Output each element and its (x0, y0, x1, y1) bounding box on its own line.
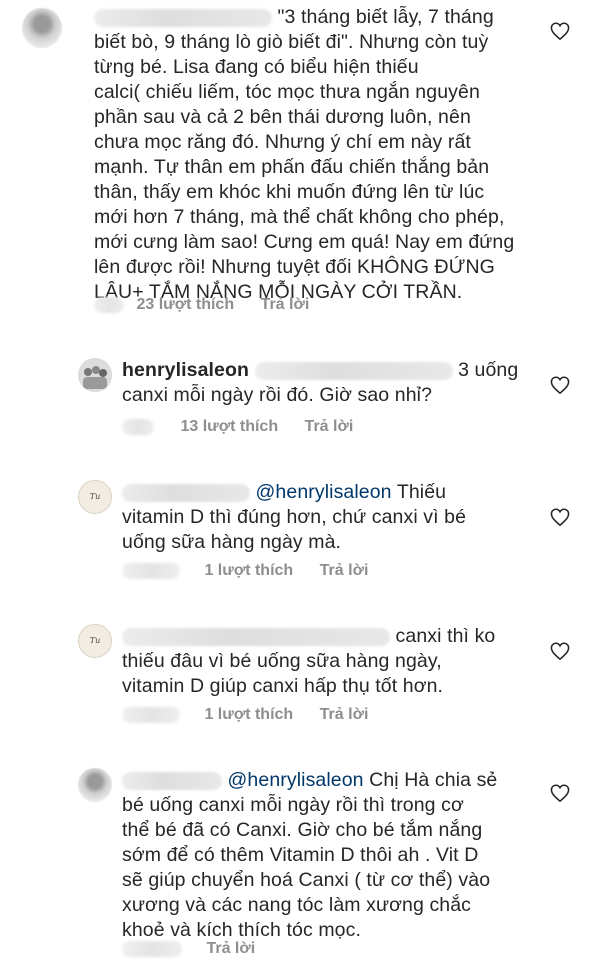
comment-line: bé uống canxi mỗi ngày rồi thì trong cơ (122, 794, 464, 816)
comment-line: mới hơn 7 tháng, mà thể chất không cho p… (94, 206, 505, 228)
time-redacted (122, 940, 182, 957)
comment-text: @henrylisaleon Chị Hà chia sẻ bé uống ca… (122, 768, 497, 943)
comment-line: chưa mọc răng đó. Nhưng ý chí em này rất (94, 131, 471, 153)
comment-meta: Trả lời (122, 940, 255, 958)
time-redacted (122, 562, 180, 579)
username-redacted[interactable] (122, 627, 390, 646)
reply-button[interactable]: Trả lời (305, 418, 354, 435)
comment-line: sẽ giúp chuyển hoá Canxi ( từ cơ thể) và… (122, 869, 491, 891)
comment-line: mới cưng làm sao! Cưng em quá! Nay em đứ… (94, 231, 515, 253)
comment-line: thiếu đâu vì bé uống sữa hàng ngày, (122, 650, 442, 672)
comment-line: canxi thì ko (395, 625, 496, 647)
comment-text: @henrylisaleon Thiếu vitamin D thì đúng … (122, 480, 466, 555)
logo-text: Tu Anng (89, 636, 101, 645)
comment-line: mạnh. Tự thân em phấn đấu chiến thắng bả… (94, 156, 490, 178)
comment-line: Chị Hà chia sẻ (369, 769, 498, 791)
like-count[interactable]: 1 lượt thích (204, 706, 293, 723)
avatar[interactable]: Tu Anng (78, 480, 112, 514)
logo-text: Tu Anng (89, 492, 101, 501)
reply-button[interactable]: Trả lời (261, 296, 310, 313)
username-redacted[interactable] (94, 8, 272, 27)
comment-line: thể bé đã có Canxi. Giờ cho bé tắm nắng (122, 819, 483, 841)
time-redacted (94, 296, 124, 313)
heart-outline-icon[interactable] (550, 376, 570, 394)
reply-button[interactable]: Trả lời (206, 940, 255, 957)
comment-meta: 1 lượt thích Trả lời (122, 706, 368, 724)
reply-button[interactable]: Trả lời (320, 562, 369, 579)
heart-outline-icon[interactable] (550, 784, 570, 802)
comment-line: Thiếu (396, 481, 447, 503)
comment-line: sớm để có thêm Vitamin D thôi ah . Vit D (122, 844, 479, 866)
time-redacted (122, 418, 154, 435)
heart-outline-icon[interactable] (550, 508, 570, 526)
comment-line: từng bé. Lisa đang có biểu hiện thiếu (94, 56, 419, 78)
heart-outline-icon[interactable] (550, 22, 570, 40)
comment-text: henrylisaleon 3 uống canxi mỗi ngày rồi … (122, 358, 518, 408)
mention-redacted[interactable] (254, 361, 453, 380)
username-redacted[interactable] (122, 771, 222, 790)
time-redacted (122, 706, 180, 723)
avatar[interactable] (78, 768, 112, 802)
comment-line: canxi mỗi ngày rồi đó. Giờ sao nhỉ? (122, 384, 433, 406)
mention-link[interactable]: @henrylisaleon (228, 769, 364, 791)
comment-meta: 1 lượt thích Trả lời (122, 562, 368, 580)
like-count[interactable]: 23 lượt thích (136, 296, 234, 313)
like-count[interactable]: 1 lượt thích (204, 562, 293, 579)
comment-line: khoẻ và kích thích tóc mọc. (122, 919, 361, 941)
comment-line: thân, thấy em khóc khi muốn đứng lên từ … (94, 181, 485, 203)
like-count[interactable]: 13 lượt thích (180, 418, 278, 435)
username-redacted[interactable] (122, 483, 250, 502)
comment-line: "3 tháng biết lẫy, 7 tháng (277, 6, 494, 28)
comment-line: calci( chiếu liếm, tóc mọc thưa ngắn ngu… (94, 81, 480, 103)
avatar[interactable] (22, 8, 62, 48)
reply-button[interactable]: Trả lời (320, 706, 369, 723)
comment-meta: 13 lượt thích Trả lời (122, 418, 353, 436)
comment-line: uống sữa hàng ngày mà. (122, 531, 342, 553)
avatar-photo-icon (78, 358, 112, 392)
comment-meta: 23 lượt thích Trả lời (94, 296, 309, 314)
comment-line: vitamin D giúp canxi hấp thụ tốt hơn. (122, 675, 444, 697)
avatar[interactable]: Tu Anng (78, 624, 112, 658)
comment-line: phần sau và cả 2 bên thái dương luôn, nê… (94, 106, 471, 128)
comment-line: vitamin D thì đúng hơn, chứ canxi vì bé (122, 506, 467, 528)
avatar[interactable] (78, 358, 112, 392)
heart-outline-icon[interactable] (550, 642, 570, 660)
comment-text: canxi thì ko thiếu đâu vì bé uống sữa hà… (122, 624, 495, 699)
comment-line: 3 uống (458, 359, 519, 381)
comment-line: lên được rồi! Nhưng tuyệt đối KHÔNG ĐỨNG (94, 256, 495, 278)
comment-text: "3 tháng biết lẫy, 7 tháng biết bò, 9 th… (94, 5, 514, 305)
username[interactable]: henrylisaleon (122, 359, 249, 381)
comment-line: xương và các nang tóc làm xương chắc (122, 894, 472, 916)
mention-link[interactable]: @henrylisaleon (256, 481, 392, 503)
comment-line: biết bò, 9 tháng lò giò biết đi". Nhưng … (94, 31, 489, 53)
